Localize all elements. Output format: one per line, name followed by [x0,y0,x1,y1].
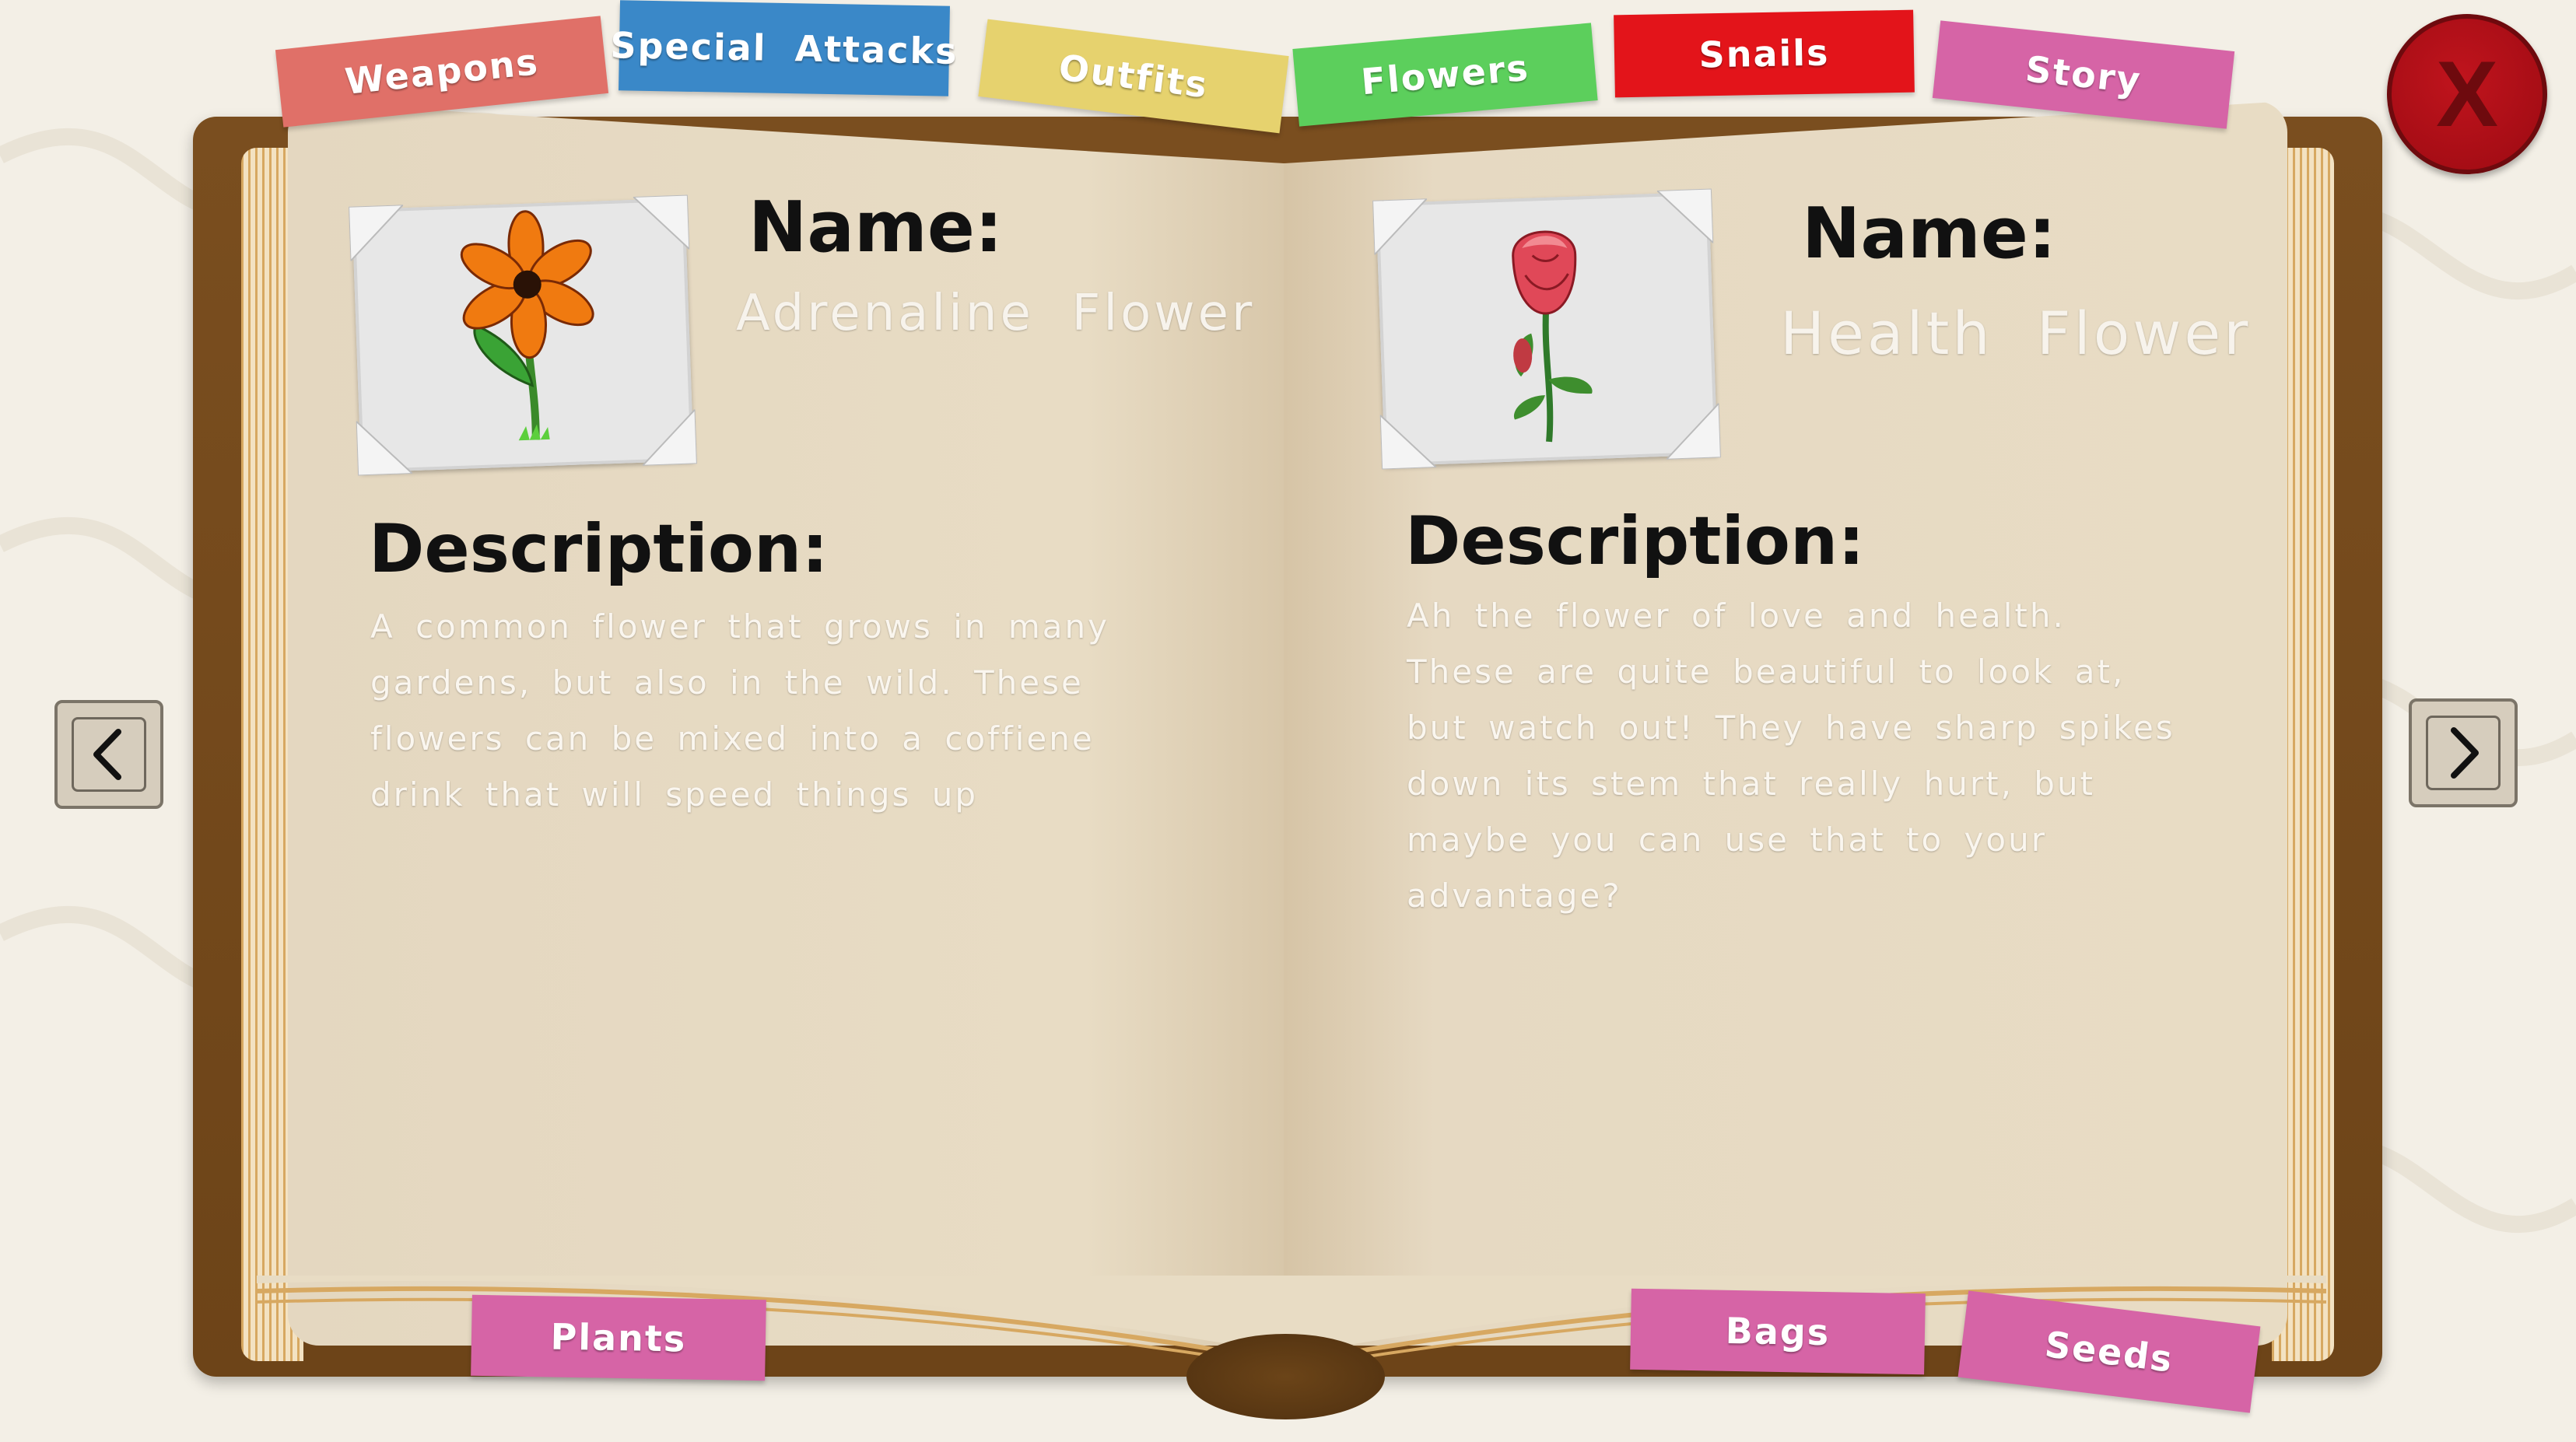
tab-label: Special Attacks [610,24,959,72]
photo-corner [1372,198,1429,255]
photo-corner [349,205,405,261]
right-name-value: Health Flower [1780,299,2252,368]
tab-label: Flowers [1359,46,1531,103]
tab-label: Seeds [2042,1323,2176,1381]
left-name-label: Name: [748,187,1003,268]
right-description-text: Ah the flower of love and health. These … [1407,597,2175,915]
next-page-button[interactable] [2409,698,2518,807]
right-description-label: Description: [1405,502,1865,580]
tab-label: Bags [1725,1309,1831,1354]
tab-label: Snails [1698,31,1830,76]
photo-corner [1664,403,1721,460]
close-icon: X [2435,42,2499,146]
left-description-text: A common flower that grows in many garde… [370,607,1110,814]
photo-corner [640,409,697,466]
chevron-left-icon [93,729,121,780]
tab-special-attacks[interactable]: Special Attacks [610,0,959,96]
photo-corner [633,194,690,251]
book-spine-knob [1186,1334,1385,1419]
left-entry-photo [349,194,697,476]
left-description-label: Description: [369,510,829,588]
previous-page-button[interactable] [54,700,163,809]
tab-snails[interactable]: Snails [1614,9,1915,98]
previous-page-frame [72,717,146,792]
close-button[interactable]: X [2387,14,2547,174]
chevron-right-icon [2451,727,2479,779]
photo-corner [1379,413,1437,470]
left-name-value: Adrenaline Flower [736,285,1256,342]
tab-label: Story [2023,47,2144,102]
right-name-label: Name: [1802,193,2056,275]
tab-plants[interactable]: Plants [471,1294,766,1381]
right-entry-photo [1372,188,1721,470]
tab-label: Weapons [342,40,541,103]
photo-corner [356,419,413,476]
tab-label: Outfits [1056,46,1211,107]
photo-corner [1656,188,1714,245]
tab-label: Plants [550,1315,687,1360]
next-page-frame [2426,716,2501,790]
tab-bags[interactable]: Bags [1630,1288,1926,1375]
